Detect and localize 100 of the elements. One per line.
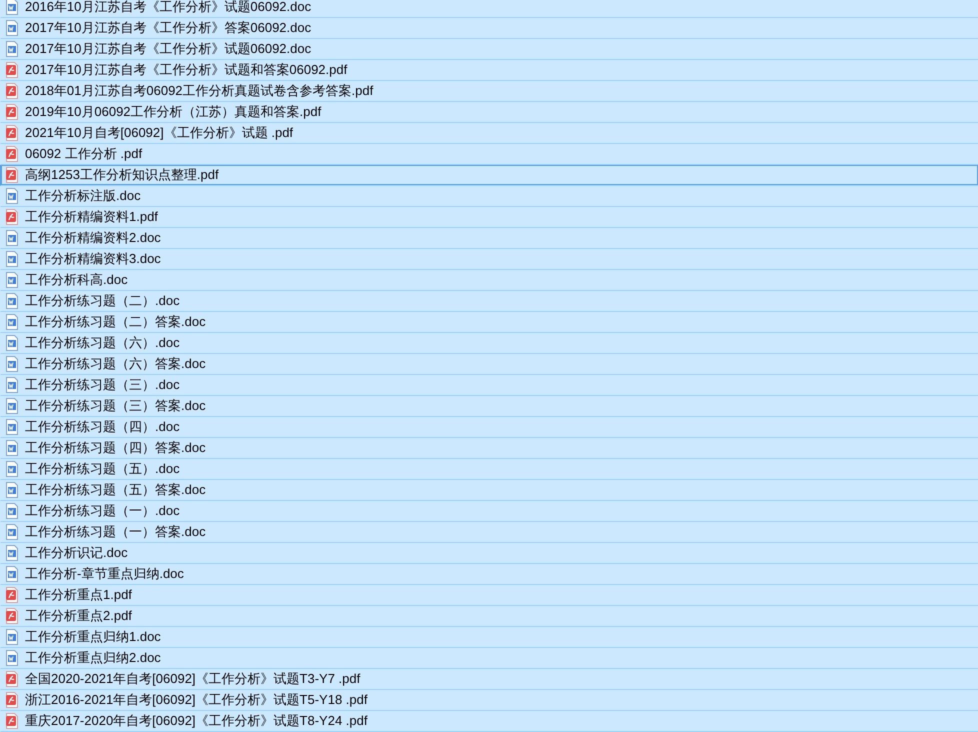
file-name: 06092 工作分析 .pdf: [25, 145, 142, 163]
file-row[interactable]: 工作分析练习题（三）答案.doc: [0, 396, 978, 417]
file-row[interactable]: 工作分析科高.doc: [0, 270, 978, 291]
pdf-document-icon: [5, 167, 19, 183]
file-row[interactable]: 06092 工作分析 .pdf: [0, 144, 978, 165]
file-name: 工作分析重点2.pdf: [25, 607, 132, 625]
file-row[interactable]: 工作分析练习题（三）.doc: [0, 375, 978, 396]
file-name: 工作分析重点归纳1.doc: [25, 628, 161, 646]
word-document-icon: [5, 293, 19, 309]
word-document-icon: [5, 314, 19, 330]
file-row[interactable]: 工作分析练习题（二）.doc: [0, 291, 978, 312]
file-row[interactable]: 工作分析标注版.doc: [0, 186, 978, 207]
file-name: 工作分析-章节重点归纳.doc: [25, 565, 184, 583]
word-document-icon: [5, 377, 19, 393]
file-name: 工作分析科高.doc: [25, 271, 128, 289]
pdf-document-icon: [5, 146, 19, 162]
pdf-document-icon: [5, 209, 19, 225]
file-name: 工作分析重点归纳2.doc: [25, 649, 161, 667]
file-name: 工作分析标注版.doc: [25, 187, 141, 205]
file-name: 浙江2016-2021年自考[06092]《工作分析》试题T5-Y18 .pdf: [25, 691, 368, 709]
word-document-icon: [5, 503, 19, 519]
file-row[interactable]: 2017年10月江苏自考《工作分析》试题06092.doc: [0, 39, 978, 60]
file-row[interactable]: 工作分析练习题（四）.doc: [0, 417, 978, 438]
file-name: 高纲1253工作分析知识点整理.pdf: [25, 166, 219, 184]
file-name: 工作分析练习题（三）答案.doc: [25, 397, 206, 415]
word-document-icon: [5, 20, 19, 36]
file-row[interactable]: 工作分析重点2.pdf: [0, 606, 978, 627]
word-document-icon: [5, 440, 19, 456]
pdf-document-icon: [5, 587, 19, 603]
file-row[interactable]: 全国2020-2021年自考[06092]《工作分析》试题T3-Y7 .pdf: [0, 669, 978, 690]
file-name: 工作分析练习题（五）答案.doc: [25, 481, 206, 499]
file-row[interactable]: 2018年01月江苏自考06092工作分析真题试卷含参考答案.pdf: [0, 81, 978, 102]
file-name: 工作分析精编资料1.pdf: [25, 208, 158, 226]
file-row[interactable]: 2019年10月06092工作分析（江苏）真题和答案.pdf: [0, 102, 978, 123]
file-name: 工作分析精编资料3.doc: [25, 250, 161, 268]
pdf-document-icon: [5, 125, 19, 141]
file-name: 工作分析练习题（二）答案.doc: [25, 313, 206, 331]
file-name: 工作分析练习题（六）.doc: [25, 334, 180, 352]
file-name: 工作分析练习题（四）答案.doc: [25, 439, 206, 457]
file-name: 工作分析练习题（一）答案.doc: [25, 523, 206, 541]
pdf-document-icon: [5, 83, 19, 99]
pdf-document-icon: [5, 713, 19, 729]
file-row[interactable]: 工作分析练习题（一）.doc: [0, 501, 978, 522]
file-name: 重庆2017-2020年自考[06092]《工作分析》试题T8-Y24 .pdf: [25, 712, 368, 730]
file-row[interactable]: 2021年10月自考[06092]《工作分析》试题 .pdf: [0, 123, 978, 144]
file-name: 工作分析练习题（二）.doc: [25, 292, 180, 310]
file-row[interactable]: 重庆2017-2020年自考[06092]《工作分析》试题T8-Y24 .pdf: [0, 711, 978, 732]
word-document-icon: [5, 650, 19, 666]
pdf-document-icon: [5, 104, 19, 120]
file-row[interactable]: 工作分析识记.doc: [0, 543, 978, 564]
file-row[interactable]: 工作分析练习题（六）.doc: [0, 333, 978, 354]
file-row[interactable]: 高纲1253工作分析知识点整理.pdf: [0, 165, 978, 186]
file-name: 2016年10月江苏自考《工作分析》试题06092.doc: [25, 0, 312, 16]
file-name: 全国2020-2021年自考[06092]《工作分析》试题T3-Y7 .pdf: [25, 670, 360, 688]
word-document-icon: [5, 419, 19, 435]
file-row[interactable]: 工作分析精编资料2.doc: [0, 228, 978, 249]
file-name: 2017年10月江苏自考《工作分析》答案06092.doc: [25, 19, 312, 37]
file-row[interactable]: 2016年10月江苏自考《工作分析》试题06092.doc: [0, 0, 978, 18]
file-name: 2018年01月江苏自考06092工作分析真题试卷含参考答案.pdf: [25, 82, 374, 100]
file-row[interactable]: 工作分析练习题（二）答案.doc: [0, 312, 978, 333]
word-document-icon: [5, 335, 19, 351]
file-name: 工作分析精编资料2.doc: [25, 229, 161, 247]
file-name: 2017年10月江苏自考《工作分析》试题和答案06092.pdf: [25, 61, 348, 79]
file-row[interactable]: 工作分析重点归纳2.doc: [0, 648, 978, 669]
word-document-icon: [5, 524, 19, 540]
file-row[interactable]: 工作分析练习题（六）答案.doc: [0, 354, 978, 375]
file-row[interactable]: 工作分析练习题（五）.doc: [0, 459, 978, 480]
word-document-icon: [5, 629, 19, 645]
file-name: 工作分析重点1.pdf: [25, 586, 132, 604]
file-name: 2021年10月自考[06092]《工作分析》试题 .pdf: [25, 124, 294, 142]
file-row[interactable]: 工作分析-章节重点归纳.doc: [0, 564, 978, 585]
word-document-icon: [5, 461, 19, 477]
file-name: 工作分析练习题（五）.doc: [25, 460, 180, 478]
word-document-icon: [5, 356, 19, 372]
file-row[interactable]: 工作分析精编资料3.doc: [0, 249, 978, 270]
file-name: 2019年10月06092工作分析（江苏）真题和答案.pdf: [25, 103, 322, 121]
file-row[interactable]: 工作分析练习题（一）答案.doc: [0, 522, 978, 543]
word-document-icon: [5, 230, 19, 246]
word-document-icon: [5, 398, 19, 414]
pdf-document-icon: [5, 671, 19, 687]
file-row[interactable]: 浙江2016-2021年自考[06092]《工作分析》试题T5-Y18 .pdf: [0, 690, 978, 711]
file-name: 工作分析练习题（四）.doc: [25, 418, 180, 436]
file-row[interactable]: 2017年10月江苏自考《工作分析》试题和答案06092.pdf: [0, 60, 978, 81]
file-row[interactable]: 工作分析练习题（五）答案.doc: [0, 480, 978, 501]
word-document-icon: [5, 251, 19, 267]
file-name: 工作分析练习题（三）.doc: [25, 376, 180, 394]
word-document-icon: [5, 566, 19, 582]
file-name: 工作分析识记.doc: [25, 544, 128, 562]
word-document-icon: [5, 272, 19, 288]
file-row[interactable]: 工作分析精编资料1.pdf: [0, 207, 978, 228]
pdf-document-icon: [5, 608, 19, 624]
word-document-icon: [5, 188, 19, 204]
file-row[interactable]: 2017年10月江苏自考《工作分析》答案06092.doc: [0, 18, 978, 39]
word-document-icon: [5, 545, 19, 561]
file-row[interactable]: 工作分析重点归纳1.doc: [0, 627, 978, 648]
word-document-icon: [5, 41, 19, 57]
word-document-icon: [5, 0, 19, 15]
file-row[interactable]: 工作分析练习题（四）答案.doc: [0, 438, 978, 459]
file-row[interactable]: 工作分析重点1.pdf: [0, 585, 978, 606]
file-name: 工作分析练习题（一）.doc: [25, 502, 180, 520]
